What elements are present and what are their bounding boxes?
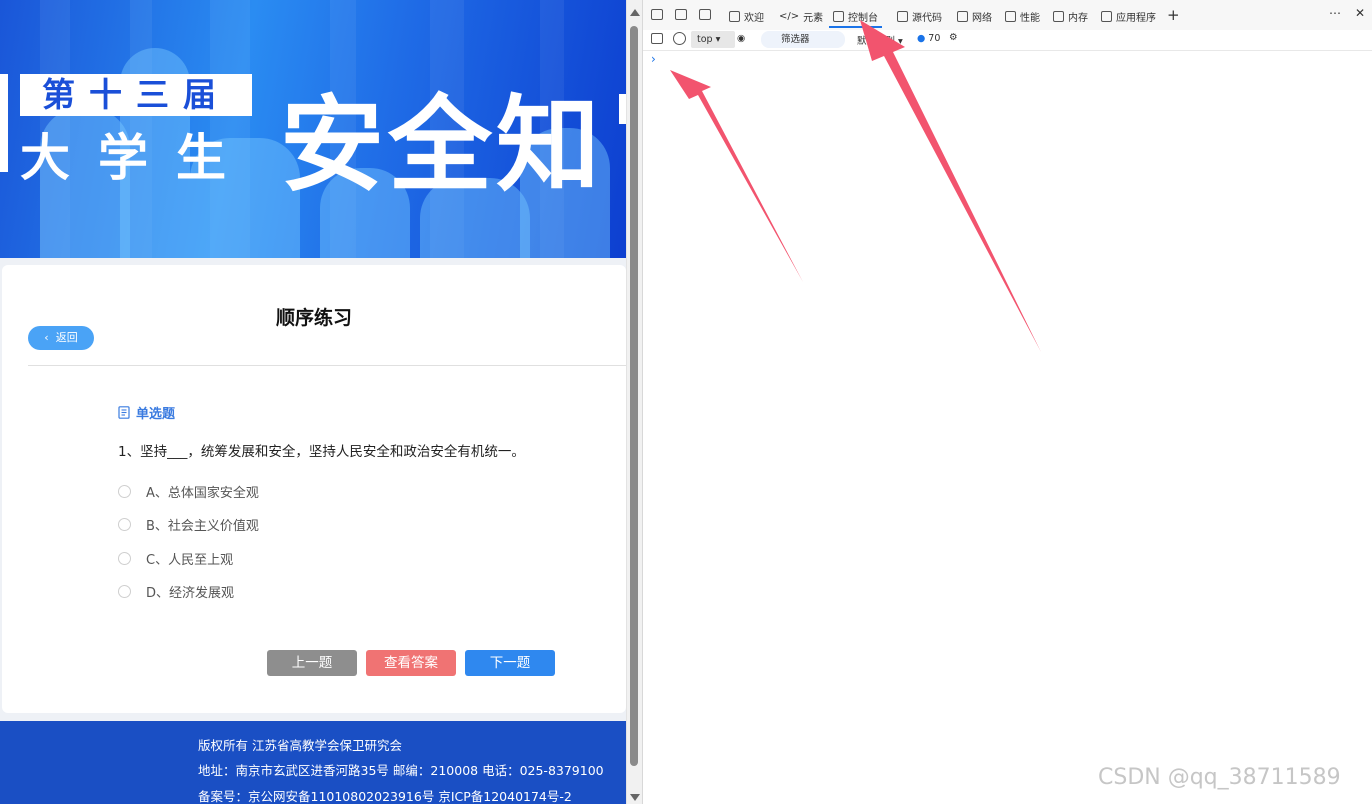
- more-icon[interactable]: ⋯: [1329, 6, 1341, 20]
- scroll-down-arrow-icon[interactable]: [630, 794, 640, 801]
- document-icon: [118, 406, 130, 419]
- message-count[interactable]: ● 70: [917, 33, 940, 44]
- inspect-icon[interactable]: [651, 9, 663, 20]
- banner-bar-left: [0, 74, 8, 172]
- devtools-tab-bar: 欢迎 </> 元素 控制台 源代码 网络 性能 内存 应用程序 + ⋯ ✕: [643, 0, 1372, 31]
- footer-icp: 备案号：京公网安备11010802023916号 京ICP备12040174号-…: [198, 789, 572, 804]
- banner-bar-right: [619, 94, 626, 124]
- tab-sources[interactable]: 源代码: [897, 8, 942, 24]
- console-icon: [833, 10, 844, 22]
- home-icon: [729, 10, 740, 22]
- back-button-label: 返回: [55, 331, 78, 344]
- log-levels-select[interactable]: 默认级别 ▾: [857, 33, 903, 47]
- banner-main-title: 安全知: [280, 84, 605, 206]
- practice-card: 顺序练习 ‹ 返回 单选题 1、坚持___，统筹发展和安全，坚持人民安全和政治安…: [2, 265, 626, 713]
- tab-performance[interactable]: 性能: [1005, 8, 1040, 24]
- back-button[interactable]: ‹ 返回: [28, 326, 94, 350]
- radio-icon[interactable]: [118, 552, 131, 565]
- clear-console-icon[interactable]: [673, 32, 686, 45]
- message-icon: ●: [917, 33, 926, 44]
- watermark: CSDN @qq_38711589: [1098, 765, 1341, 790]
- footer-address: 地址：南京市玄武区进香河路35号 邮编：210008 电话：025-837910…: [198, 763, 604, 778]
- tab-memory[interactable]: 内存: [1053, 8, 1088, 24]
- prev-question-button[interactable]: 上一题: [267, 650, 357, 676]
- memory-icon: [1053, 10, 1064, 22]
- question-type-label: 单选题: [136, 407, 176, 422]
- option-label: B、社会主义价值观: [146, 519, 259, 534]
- console-toolbar: top ▾ ◉ 筛选器 默认级别 ▾ ● 70 ⚙: [643, 30, 1372, 51]
- divider: [28, 365, 626, 366]
- tab-label: 内存: [1068, 12, 1088, 24]
- bug-icon: [897, 10, 908, 22]
- tab-console[interactable]: 控制台: [829, 8, 882, 28]
- dock-icon[interactable]: [699, 9, 711, 20]
- device-toggle-icon[interactable]: [675, 9, 687, 20]
- scroll-thumb[interactable]: [630, 26, 638, 766]
- banner-edition-text: 第十三届: [42, 75, 230, 114]
- eye-icon[interactable]: ◉: [737, 33, 745, 44]
- radio-icon[interactable]: [118, 485, 131, 498]
- show-answer-button[interactable]: 查看答案: [366, 650, 456, 676]
- message-count-value: 70: [928, 33, 941, 44]
- application-icon: [1101, 10, 1112, 22]
- tab-application[interactable]: 应用程序: [1101, 8, 1156, 24]
- tab-welcome[interactable]: 欢迎: [729, 8, 764, 24]
- option-a[interactable]: A、总体国家安全观: [118, 482, 259, 501]
- tab-label: 欢迎: [744, 12, 764, 24]
- radio-icon[interactable]: [118, 585, 131, 598]
- context-select[interactable]: top ▾: [691, 31, 735, 48]
- close-icon[interactable]: ✕: [1355, 6, 1365, 20]
- tab-network[interactable]: 网络: [957, 8, 992, 24]
- hero-banner: 第十三届 大学生 安全知: [0, 0, 626, 258]
- question-type: 单选题: [118, 403, 175, 422]
- wifi-icon: [957, 10, 968, 22]
- filter-placeholder: 筛选器: [781, 34, 810, 45]
- tab-label: 性能: [1020, 12, 1040, 24]
- tab-label: 控制台: [848, 12, 878, 24]
- page-title: 顺序练习: [275, 307, 352, 329]
- tab-label: 网络: [972, 12, 992, 24]
- filter-input[interactable]: 筛选器: [761, 31, 845, 48]
- option-label: A、总体国家安全观: [146, 486, 259, 501]
- sidebar-toggle-icon[interactable]: [651, 33, 663, 44]
- scroll-up-arrow-icon[interactable]: [630, 9, 640, 16]
- log-levels-label: 默认级别: [857, 36, 896, 47]
- footer-copyright: 版权所有 江苏省高教学会保卫研究会: [198, 738, 402, 753]
- add-tab-icon[interactable]: +: [1167, 6, 1180, 24]
- tab-label: 应用程序: [1116, 12, 1156, 24]
- gauge-icon: [1005, 10, 1016, 22]
- option-label: C、人民至上观: [146, 553, 234, 568]
- option-label: D、经济发展观: [146, 586, 235, 601]
- code-icon: </>: [779, 10, 800, 22]
- devtools-panel: 欢迎 </> 元素 控制台 源代码 网络 性能 内存 应用程序 + ⋯ ✕ top…: [642, 0, 1372, 804]
- tab-elements[interactable]: </> 元素: [779, 8, 823, 24]
- next-question-button[interactable]: 下一题: [465, 650, 555, 676]
- settings-gear-icon[interactable]: ⚙: [949, 32, 958, 43]
- footer: 版权所有 江苏省高教学会保卫研究会 地址：南京市玄武区进香河路35号 邮编：21…: [0, 721, 626, 804]
- question-text: 1、坚持___，统筹发展和安全，坚持人民安全和政治安全有机统一。: [118, 444, 525, 460]
- web-page: 第十三届 大学生 安全知 顺序练习 ‹ 返回 单选题 1、坚持___，统筹发展和…: [0, 0, 626, 804]
- banner-students-text: 大学生: [20, 129, 254, 187]
- banner-edition-box: 第十三届: [20, 74, 252, 116]
- page-scrollbar[interactable]: [626, 0, 642, 804]
- tab-label: 元素: [803, 12, 824, 24]
- radio-icon[interactable]: [118, 518, 131, 531]
- context-value: top: [697, 34, 713, 45]
- option-b[interactable]: B、社会主义价值观: [118, 515, 259, 534]
- console-prompt[interactable]: ›: [651, 52, 656, 66]
- option-c[interactable]: C、人民至上观: [118, 549, 233, 568]
- tab-label: 源代码: [912, 12, 942, 24]
- chevron-left-icon: ‹: [44, 331, 49, 344]
- option-d[interactable]: D、经济发展观: [118, 582, 234, 601]
